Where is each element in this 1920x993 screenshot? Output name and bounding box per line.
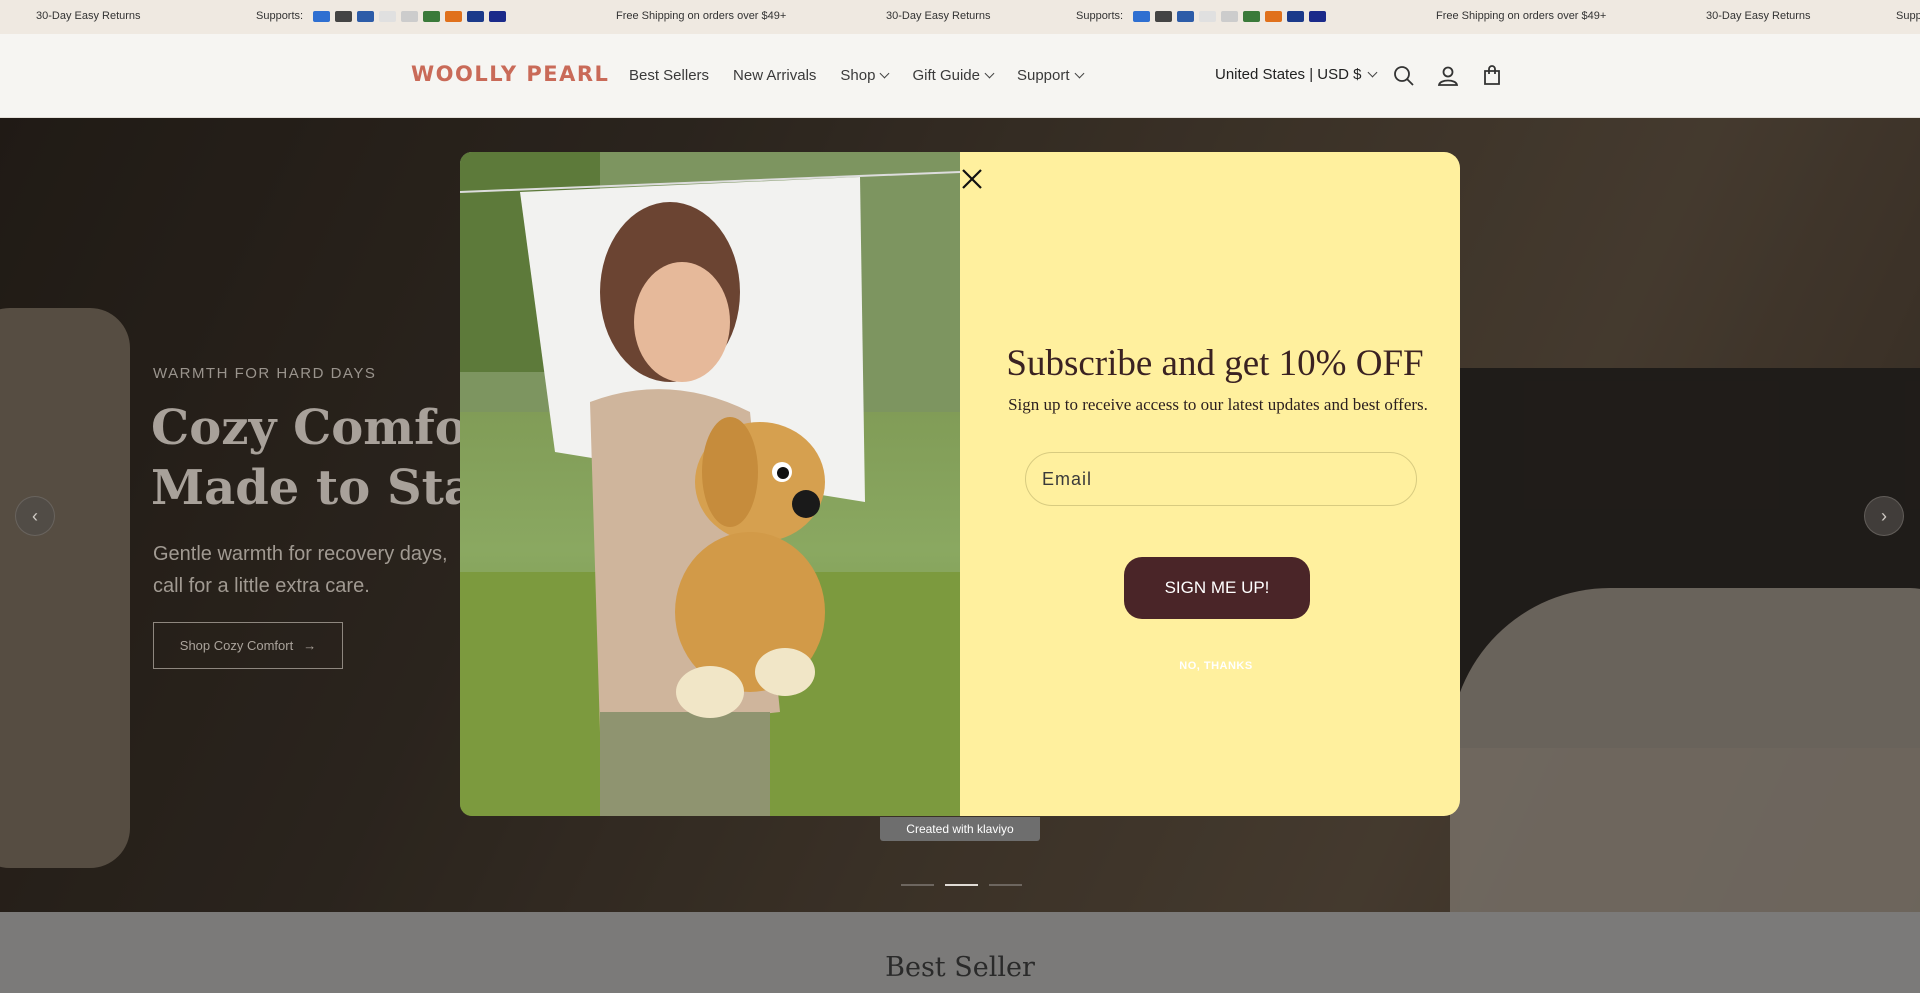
chevron-right-icon[interactable]: › [1864,496,1904,536]
visa-icon [1309,10,1327,22]
nav-label: Best Sellers [629,67,710,84]
close-icon[interactable] [959,166,985,192]
shop-cozy-comfort-button[interactable]: Shop Cozy Comfort → [153,622,343,669]
site-logo[interactable]: WOOLLY PEARL [411,62,609,86]
announcement-text: 30-Day Easy Returns [886,10,991,22]
announcement-text: 30-Day Easy Returns [1706,10,1811,22]
chevron-down-icon [1368,67,1378,78]
announcement-item: 30-Day Easy Returns [36,10,141,22]
section-backdrop[interactable] [0,912,1920,993]
site-header: WOOLLY PEARL Best Sellers New Arrivals Sho… [0,34,1920,118]
discover-icon [379,10,397,22]
jcb-icon [1243,10,1261,22]
cart-icon[interactable] [1480,64,1504,88]
nav-label: Gift Guide [912,67,980,84]
mastercard-icon [445,10,463,22]
nav-label: Support [1016,67,1070,84]
announcement-item: Free Shipping on orders over $49+ [616,10,786,22]
sign-up-button[interactable]: SIGN ME UP! [1124,557,1310,619]
announcement-text: Free Shipping on orders over $49+ [1436,10,1607,22]
diners-icon [357,10,375,22]
email-field[interactable] [1025,452,1417,506]
slide-indicators [901,884,1022,886]
region-selector[interactable]: United States | USD $ [1215,66,1378,83]
hero-eyebrow: WARMTH FOR HARD DAYS [153,365,377,382]
chevron-down-icon [880,68,890,79]
nav-item-best-sellers[interactable]: Best Sellers [629,67,709,84]
chevron-left-icon[interactable]: ‹ [15,496,55,536]
slide-dot-1[interactable] [901,884,934,886]
announcement-text: 30-Day Easy Returns [36,10,141,22]
diners-icon [1177,10,1195,22]
amex-icon [313,10,331,22]
hero-title-line1: Cozy Comfort [151,400,471,456]
slide-dot-2[interactable] [945,884,978,886]
arrow-right-icon: → [303,638,317,653]
child-with-plush-illustration [460,152,960,816]
supported-payments: Supports: [256,10,507,22]
popup-image [460,152,960,816]
supports-label: Supports: [1896,10,1920,22]
nav-item-gift-guide[interactable]: Gift Guide [912,67,995,84]
nav-label: New Arrivals [733,67,817,84]
mastercard-icon [1265,10,1283,22]
slide-dot-3[interactable] [989,884,1022,886]
jcb-icon [423,10,441,22]
apple-pay-icon [335,10,353,22]
no-thanks-link[interactable]: NO, THANKS [960,660,1460,672]
supported-payments: Supports: [1896,10,1920,22]
hero-subtitle: Gentle warmth for recovery days, call fo… [153,543,448,597]
nav-item-new-arrivals[interactable]: New Arrivals [733,67,816,84]
supports-label: Supports: [256,10,304,22]
hero-title-line2: Made to Stay [151,460,471,516]
supports-label: Supports: [1076,10,1124,22]
announcement-item: 30-Day Easy Returns [1706,10,1811,22]
nav-item-support[interactable]: Support [1016,67,1084,84]
popup-title: Subscribe and get 10% OFF [1006,343,1424,384]
nav-item-shop[interactable]: Shop [840,67,890,84]
subscribe-popup: Subscribe and get 10% OFF Sign up to rec… [460,152,1460,816]
visa-icon [489,10,507,22]
announcement-item: Free Shipping on orders over $49+ [1436,10,1606,22]
announcement-bar: 30-Day Easy Returns Supports: Free Shippin… [0,0,1920,34]
chevron-down-icon [1074,68,1084,79]
supported-payments: Supports: [1076,10,1327,22]
account-icon[interactable] [1436,64,1460,88]
discover-icon [1199,10,1217,22]
announcement-item: 30-Day Easy Returns [886,10,991,22]
paypal-icon [467,10,485,22]
chevron-down-icon [984,68,995,79]
main-nav: Best Sellers New Arrivals Shop Gift Guide Su… [629,67,1084,84]
popup-subtitle: Sign up to receive access to our latest … [1008,395,1428,414]
google-pay-icon [401,10,419,22]
apple-pay-icon [1155,10,1173,22]
amex-icon [1133,10,1151,22]
search-icon[interactable] [1392,64,1416,88]
hero-title: Cozy Comfort Made to Stay [151,398,471,518]
region-label: United States | USD $ [1215,66,1362,83]
popup-form-panel: Subscribe and get 10% OFF Sign up to rec… [960,152,1460,816]
paypal-icon [1287,10,1305,22]
nav-label: Shop [840,67,876,84]
announcement-text: Free Shipping on orders over $49+ [616,10,787,22]
google-pay-icon [1221,10,1239,22]
hero-button-label: Shop Cozy Comfort [179,638,294,653]
klaviyo-badge[interactable]: Created with klaviyo [880,817,1040,841]
